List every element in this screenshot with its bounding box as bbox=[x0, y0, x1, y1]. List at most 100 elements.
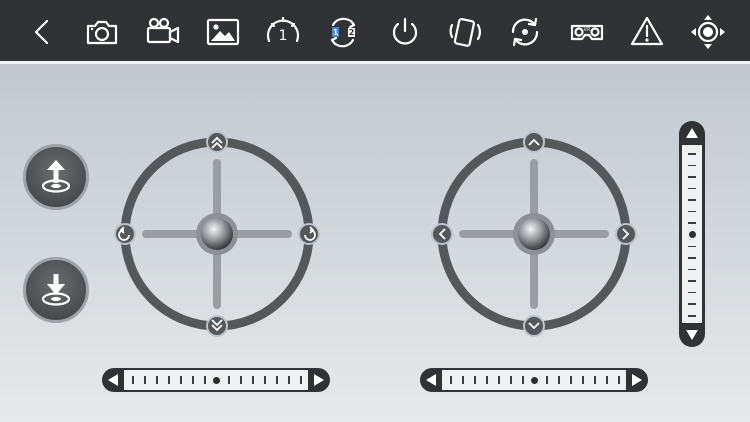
trim-tick bbox=[288, 376, 290, 384]
right-horizontal-trim bbox=[420, 368, 648, 392]
vertical-trim-track[interactable] bbox=[682, 145, 702, 323]
right-trim-track[interactable] bbox=[442, 370, 626, 390]
mode-label-b: 2 bbox=[349, 28, 355, 37]
trim-tick bbox=[688, 176, 696, 178]
left-trim-decrease-button[interactable] bbox=[106, 373, 120, 387]
trim-tick bbox=[594, 376, 596, 384]
landing-icon bbox=[41, 274, 71, 306]
trim-tick bbox=[606, 376, 608, 384]
trim-tick bbox=[192, 376, 194, 384]
trim-tick bbox=[204, 376, 206, 384]
gravity-button[interactable] bbox=[445, 12, 485, 52]
trim-tick bbox=[688, 291, 696, 294]
trim-tick bbox=[688, 268, 696, 271]
trim-tick bbox=[688, 199, 696, 201]
trim-tick bbox=[132, 376, 134, 384]
trim-tick bbox=[510, 376, 512, 384]
trim-tick bbox=[240, 376, 242, 384]
right-joystick-down-arrow[interactable] bbox=[523, 315, 545, 337]
right-joystick-up-arrow[interactable] bbox=[523, 131, 545, 153]
speed-level-label: 1 bbox=[279, 28, 288, 44]
video-camera-icon bbox=[146, 17, 180, 44]
drone-target-icon bbox=[691, 15, 725, 49]
vertical-trim-down-button[interactable] bbox=[685, 328, 699, 342]
trim-tick bbox=[156, 376, 158, 384]
trim-tick bbox=[618, 376, 620, 384]
trim-tick bbox=[522, 376, 524, 384]
trim-position-indicator[interactable] bbox=[530, 376, 538, 384]
speed-gauge-icon: 1 bbox=[266, 16, 300, 44]
vr-button[interactable]: VR bbox=[567, 12, 607, 52]
top-toolbar: 1 1 2 VR bbox=[0, 0, 750, 64]
emergency-stop-button[interactable] bbox=[627, 12, 667, 52]
warning-icon bbox=[630, 16, 664, 46]
trim-tick bbox=[180, 376, 182, 384]
trim-tick bbox=[558, 376, 560, 384]
chevron-left-icon bbox=[34, 19, 49, 45]
back-button[interactable] bbox=[22, 12, 62, 52]
trim-tick bbox=[168, 376, 170, 384]
trim-tick bbox=[486, 376, 488, 384]
mode-label-a: 1 bbox=[333, 28, 339, 37]
trim-tick bbox=[144, 376, 146, 384]
trim-tick bbox=[688, 257, 696, 259]
trim-tick bbox=[228, 376, 230, 384]
trim-tick bbox=[450, 376, 452, 384]
trim-tick bbox=[264, 376, 266, 384]
vertical-trim-up-button[interactable] bbox=[685, 126, 699, 140]
trim-tick bbox=[462, 376, 464, 384]
takeoff-button[interactable] bbox=[23, 144, 89, 210]
trim-tick bbox=[546, 376, 548, 384]
trim-position-indicator[interactable] bbox=[688, 230, 696, 238]
power-button[interactable] bbox=[385, 12, 425, 52]
left-joystick-up-arrow[interactable] bbox=[206, 131, 228, 153]
right-joystick-left-arrow[interactable] bbox=[431, 223, 453, 245]
left-joystick[interactable] bbox=[112, 129, 322, 339]
takeoff-icon bbox=[41, 160, 71, 193]
power-icon bbox=[392, 17, 418, 45]
trim-tick bbox=[688, 315, 696, 317]
trim-tick bbox=[688, 164, 696, 167]
speed-button[interactable]: 1 bbox=[263, 12, 303, 52]
trim-tick bbox=[252, 376, 254, 384]
trim-tick bbox=[582, 376, 584, 384]
trim-tick bbox=[474, 376, 476, 384]
gallery-button[interactable] bbox=[203, 12, 243, 52]
trim-tick bbox=[498, 376, 500, 384]
video-button[interactable] bbox=[143, 12, 183, 52]
left-joystick-right-arrow[interactable] bbox=[298, 223, 320, 245]
trim-tick bbox=[688, 187, 696, 190]
left-joystick-down-arrow[interactable] bbox=[206, 315, 228, 337]
trim-tick bbox=[688, 210, 696, 213]
phone-tilt-icon bbox=[449, 17, 481, 47]
rotate-icon bbox=[511, 17, 539, 47]
trim-tick bbox=[688, 280, 696, 282]
left-joystick-left-arrow[interactable] bbox=[114, 223, 136, 245]
left-trim-increase-button[interactable] bbox=[312, 373, 326, 387]
left-trim-track[interactable] bbox=[124, 370, 308, 390]
vr-label: VR bbox=[584, 27, 591, 33]
trim-tick bbox=[688, 153, 696, 155]
left-horizontal-trim bbox=[102, 368, 330, 392]
photo-button[interactable] bbox=[82, 12, 122, 52]
right-joystick[interactable] bbox=[429, 129, 639, 339]
right-joystick-graphic bbox=[431, 131, 637, 337]
image-icon bbox=[206, 18, 240, 46]
right-trim-decrease-button[interactable] bbox=[424, 373, 438, 387]
right-trim-increase-button[interactable] bbox=[630, 373, 644, 387]
vertical-trim bbox=[679, 121, 705, 347]
trim-tick bbox=[688, 245, 696, 248]
trim-tick bbox=[300, 376, 302, 384]
right-joystick-right-arrow[interactable] bbox=[615, 223, 637, 245]
headless-mode-button[interactable] bbox=[688, 12, 728, 52]
trim-position-indicator[interactable] bbox=[212, 376, 220, 384]
trim-tick bbox=[276, 376, 278, 384]
vr-headset-icon: VR bbox=[570, 24, 604, 41]
mode-switch-icon: 1 2 bbox=[330, 17, 356, 48]
trim-tick bbox=[688, 303, 696, 305]
trim-tick bbox=[570, 376, 572, 384]
left-joystick-graphic bbox=[114, 131, 320, 337]
landing-button[interactable] bbox=[23, 257, 89, 323]
mode-button[interactable]: 1 2 bbox=[323, 12, 363, 52]
rotate-button[interactable] bbox=[505, 12, 545, 52]
